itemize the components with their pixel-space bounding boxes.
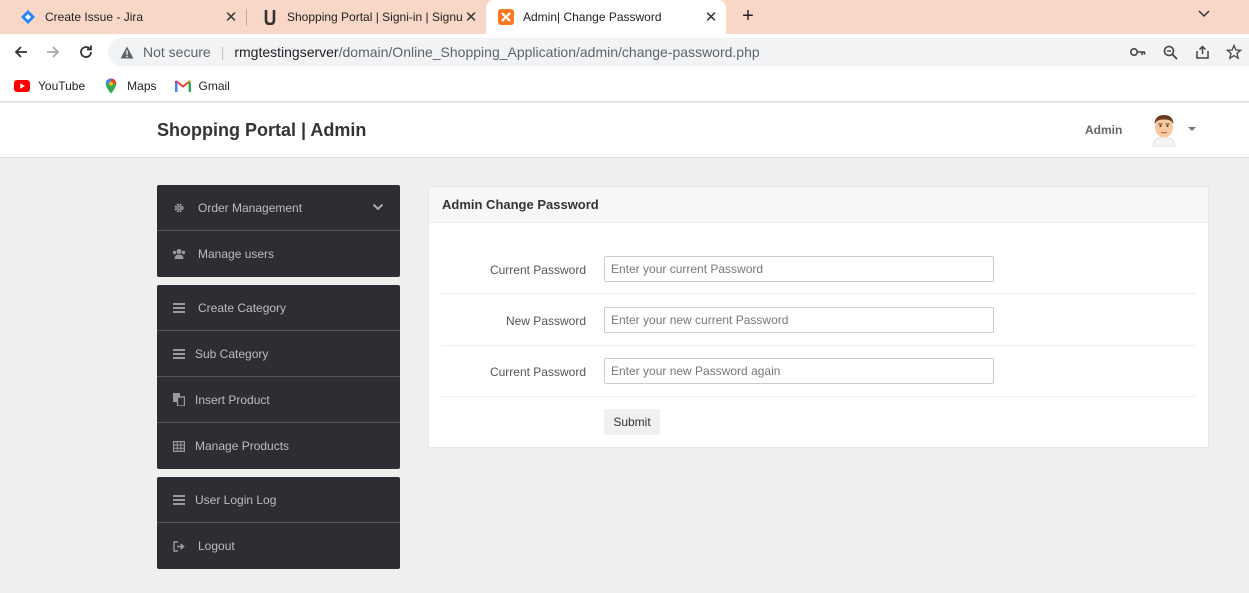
reload-button[interactable] xyxy=(76,42,96,62)
gmail-icon xyxy=(174,78,191,94)
list-icon xyxy=(172,347,186,361)
xampp-icon xyxy=(498,9,514,25)
sidebar-item-label: Sub Category xyxy=(195,346,269,361)
close-icon[interactable]: ✕ xyxy=(462,8,480,26)
sidebar-item-manage-users[interactable]: Manage users xyxy=(157,231,400,277)
star-icon[interactable] xyxy=(1225,44,1243,60)
confirm-password-label: Current Password xyxy=(489,365,586,379)
key-icon[interactable] xyxy=(1129,44,1147,60)
bookmark-gmail[interactable]: Gmail xyxy=(174,78,230,94)
list-icon xyxy=(172,301,186,315)
sidebar-item-create-category[interactable]: Create Category xyxy=(157,285,400,331)
sidebar-item-insert-product[interactable]: Insert Product xyxy=(157,377,400,423)
sidebar-item-label: Insert Product xyxy=(195,392,270,407)
current-password-label: Current Password xyxy=(489,263,586,277)
url-path: /domain/Online_Shopping_Application/admi… xyxy=(338,44,760,60)
zoom-icon[interactable] xyxy=(1161,44,1179,60)
tab-shopping-signin[interactable]: Shopping Portal | Signi-in | Signup ✕ xyxy=(242,0,486,34)
sidebar-group-catalog: Create Category Sub Category Insert Prod… xyxy=(157,285,400,469)
sidebar-item-user-login-log[interactable]: User Login Log xyxy=(157,477,400,523)
sidebar-group-account: User Login Log Logout xyxy=(157,477,400,569)
sidebar-item-label: Logout xyxy=(198,539,235,553)
tab-search-chevron-icon[interactable] xyxy=(1197,6,1213,24)
change-password-panel: Admin Change Password Current Password N… xyxy=(428,186,1209,448)
gear-icon xyxy=(172,201,186,215)
submit-button[interactable]: Submit xyxy=(604,409,660,435)
bookmark-maps[interactable]: Maps xyxy=(103,78,157,94)
sidebar-item-label: Manage Products xyxy=(195,439,290,453)
browser-toolbar: Not secure | rmgtestingserver/domain/Onl… xyxy=(0,34,1249,70)
jira-icon xyxy=(20,9,36,25)
back-button[interactable] xyxy=(11,42,31,62)
sidebar-item-label: User Login Log xyxy=(195,492,277,507)
address-bar[interactable]: Not secure | rmgtestingserver/domain/Onl… xyxy=(108,38,1249,66)
warning-icon[interactable] xyxy=(119,44,135,60)
sidebar-item-logout[interactable]: Logout xyxy=(157,523,400,569)
form-divider xyxy=(441,345,1196,346)
bookmarks-bar: YouTube Maps Gmail xyxy=(0,70,1249,102)
paste-icon xyxy=(172,393,186,407)
share-icon[interactable] xyxy=(1193,44,1211,60)
url-host: rmgtestingserver xyxy=(234,44,339,60)
confirm-password-input[interactable] xyxy=(604,358,994,384)
sidebar-item-order-management[interactable]: Order Management xyxy=(157,185,400,231)
form-row-new-password: New Password xyxy=(429,307,1210,358)
arrow-right-icon xyxy=(47,46,60,58)
new-password-input[interactable] xyxy=(604,307,994,333)
omnibox-actions xyxy=(1129,44,1243,60)
new-tab-button[interactable]: + xyxy=(737,6,759,28)
maps-icon xyxy=(103,78,119,94)
sidebar-item-label: Create Category xyxy=(198,300,287,315)
form-divider xyxy=(441,396,1196,397)
close-icon[interactable]: ✕ xyxy=(222,8,240,26)
bookmark-label: YouTube xyxy=(38,78,86,93)
user-name[interactable]: Admin xyxy=(1085,123,1122,137)
bookmark-label: Gmail xyxy=(198,78,230,93)
arrow-left-icon xyxy=(14,46,27,58)
forward-button[interactable] xyxy=(43,42,63,62)
current-password-input[interactable] xyxy=(604,256,994,282)
form-row-confirm-password: Current Password xyxy=(429,358,1210,409)
security-status[interactable]: Not secure xyxy=(143,44,211,60)
sidebar-group-orders: Order Management Manage users xyxy=(157,185,400,277)
sidebar-item-label: Order Management xyxy=(198,200,303,215)
bookmark-youtube[interactable]: YouTube xyxy=(14,78,85,94)
sidebar-item-label: Manage users xyxy=(198,247,275,261)
new-password-label: New Password xyxy=(505,314,586,328)
tab-strip: Create Issue - Jira ✕ Shopping Portal | … xyxy=(0,0,1249,34)
brand-title[interactable]: Shopping Portal | Admin xyxy=(157,120,366,141)
signout-icon xyxy=(172,539,186,553)
list-icon xyxy=(172,493,186,507)
panel-title: Admin Change Password xyxy=(429,187,1208,223)
tab-admin-change-password[interactable]: Admin| Change Password ✕ xyxy=(486,0,726,34)
user-menu-caret-icon[interactable] xyxy=(1188,127,1196,131)
chevron-down-icon[interactable] xyxy=(372,201,384,213)
tab-jira[interactable]: Create Issue - Jira ✕ xyxy=(0,0,246,34)
sidebar-item-manage-products[interactable]: Manage Products xyxy=(157,423,400,469)
url-text[interactable]: rmgtestingserver/domain/Online_Shopping_… xyxy=(234,44,759,60)
users-icon xyxy=(172,247,186,261)
form-row-current-password: Current Password xyxy=(429,256,1210,307)
reload-icon xyxy=(80,45,92,58)
tab-title: Create Issue - Jira xyxy=(45,10,144,24)
close-icon[interactable]: ✕ xyxy=(702,8,720,26)
table-icon xyxy=(172,439,186,453)
avatar[interactable] xyxy=(1150,113,1178,148)
site-header: Shopping Portal | Admin Admin xyxy=(0,103,1249,158)
u-logo-icon xyxy=(262,9,278,25)
tab-title: Admin| Change Password xyxy=(523,10,662,24)
bookmark-label: Maps xyxy=(127,78,157,93)
address-divider: | xyxy=(220,44,225,60)
youtube-icon xyxy=(14,78,30,94)
tab-title: Shopping Portal | Signi-in | Signup xyxy=(287,10,462,24)
sidebar-item-sub-category[interactable]: Sub Category xyxy=(157,331,400,377)
form-divider xyxy=(441,293,1196,294)
